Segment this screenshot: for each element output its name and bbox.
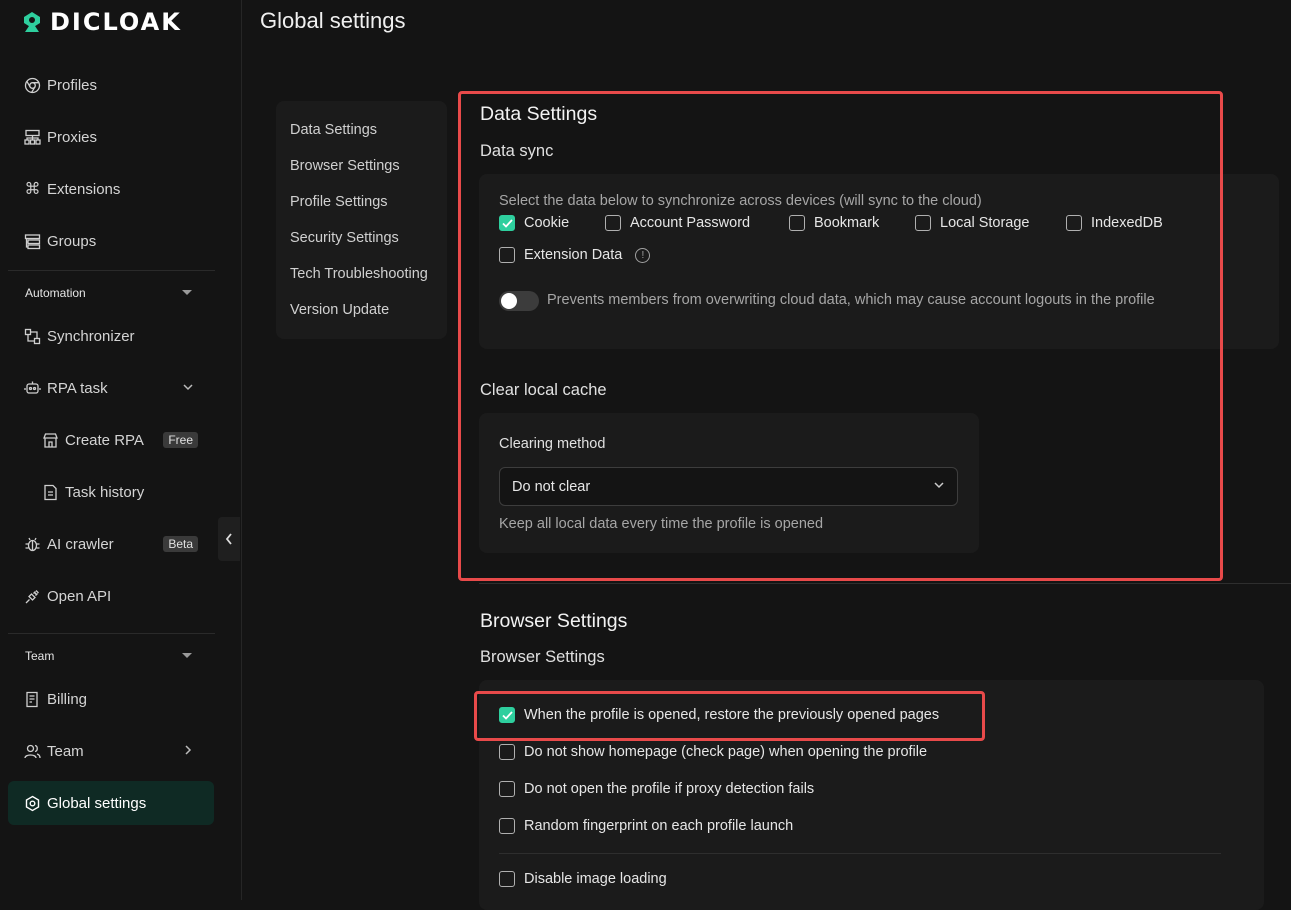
sidebar-item-ai-crawler[interactable]: AI crawler Beta xyxy=(8,522,214,566)
command-icon: ⌘ xyxy=(24,181,41,198)
sidebar-item-label: Open API xyxy=(47,587,112,605)
sidebar-item-label: Billing xyxy=(47,690,88,708)
sidebar-item-create-rpa[interactable]: Create RPA Free xyxy=(8,418,214,462)
section-label-automation: Automation xyxy=(25,286,86,300)
subnav-item-tech-troubleshooting[interactable]: Tech Troubleshooting xyxy=(290,266,428,282)
beta-badge: Beta xyxy=(163,536,198,552)
free-badge: Free xyxy=(163,432,198,448)
sidebar-item-label: Proxies xyxy=(47,128,98,146)
logo-text: DICLOAK xyxy=(50,8,182,36)
robot-icon xyxy=(24,380,41,397)
sidebar-item-label: Task history xyxy=(65,483,145,501)
option-proxy-detection[interactable]: Do not open the profile if proxy detecti… xyxy=(499,781,814,797)
sidebar-item-global-settings[interactable]: Global settings xyxy=(8,781,214,825)
sidebar-item-billing[interactable]: Billing xyxy=(8,677,214,721)
subnav-item-profile-settings[interactable]: Profile Settings xyxy=(290,194,388,210)
highlight-box xyxy=(458,91,1223,581)
subnav-item-browser-settings[interactable]: Browser Settings xyxy=(290,158,400,174)
sidebar-item-rpa-task[interactable]: RPA task xyxy=(8,366,214,410)
checkbox-icon[interactable] xyxy=(499,744,515,760)
section-divider xyxy=(479,583,1291,584)
sidebar-item-team[interactable]: Team xyxy=(8,729,214,773)
checkbox-icon[interactable] xyxy=(499,781,515,797)
chevron-right-icon xyxy=(182,743,194,760)
caret-down-icon[interactable] xyxy=(182,653,192,658)
option-divider xyxy=(499,853,1221,854)
highlight-box xyxy=(474,691,985,741)
sidebar-item-task-history[interactable]: Task history xyxy=(8,470,214,514)
checkbox-label: Random fingerprint on each profile launc… xyxy=(524,818,794,834)
chevron-down-icon xyxy=(182,380,194,397)
sidebar-item-groups[interactable]: Groups xyxy=(8,219,214,263)
checkbox-label: Do not show homepage (check page) when o… xyxy=(524,744,928,760)
chevron-left-icon xyxy=(225,533,232,545)
settings-subnav: Data Settings Browser Settings Profile S… xyxy=(276,101,447,339)
chrome-icon xyxy=(24,77,41,94)
sidebar-item-label: Groups xyxy=(47,232,97,250)
store-icon xyxy=(42,432,59,449)
settings-hex-icon xyxy=(24,795,41,812)
sidebar-item-label: Profiles xyxy=(47,76,98,94)
subnav-item-security-settings[interactable]: Security Settings xyxy=(290,230,399,246)
divider xyxy=(8,633,215,634)
option-random-fingerprint[interactable]: Random fingerprint on each profile launc… xyxy=(499,818,793,834)
sidebar-item-label: Team xyxy=(47,742,84,760)
logo[interactable]: DICLOAK xyxy=(20,8,182,36)
sidebar-item-label: Create RPA xyxy=(65,431,144,449)
sidebar-item-label: Extensions xyxy=(47,180,121,198)
sidebar-item-label: AI crawler xyxy=(47,535,114,553)
checkbox-label: Disable image loading xyxy=(524,871,667,887)
checkbox-icon[interactable] xyxy=(499,871,515,887)
page-title: Global settings xyxy=(260,8,406,33)
sidebar-item-proxies[interactable]: Proxies xyxy=(8,115,214,159)
sidebar-item-label: RPA task xyxy=(47,379,108,397)
subnav-item-version-update[interactable]: Version Update xyxy=(290,302,389,318)
users-icon xyxy=(24,743,41,760)
sidebar-item-open-api[interactable]: Open API xyxy=(8,574,214,618)
sidebar-item-synchronizer[interactable]: Synchronizer xyxy=(8,314,214,358)
browser-settings-subheading: Browser Settings xyxy=(480,648,605,666)
option-no-homepage[interactable]: Do not show homepage (check page) when o… xyxy=(499,744,927,760)
checkbox-icon[interactable] xyxy=(499,818,515,834)
network-icon xyxy=(24,129,41,146)
bug-icon xyxy=(24,536,41,553)
plug-icon xyxy=(24,588,41,605)
sidebar: DICLOAK Profiles Proxies ⌘ Extensions Gr… xyxy=(0,0,242,900)
subnav-item-data-settings[interactable]: Data Settings xyxy=(290,122,377,138)
sync-icon xyxy=(24,328,41,345)
receipt-icon xyxy=(24,691,41,708)
sidebar-item-label: Global settings xyxy=(47,794,147,812)
sidebar-item-label: Synchronizer xyxy=(47,327,135,345)
checkbox-label: Do not open the profile if proxy detecti… xyxy=(524,781,815,797)
option-disable-images[interactable]: Disable image loading xyxy=(499,871,667,887)
divider xyxy=(8,270,215,271)
section-label-team: Team xyxy=(25,649,55,663)
sidebar-item-profiles[interactable]: Profiles xyxy=(8,63,214,107)
sidebar-item-extensions[interactable]: ⌘ Extensions xyxy=(8,167,214,211)
collapse-sidebar-button[interactable] xyxy=(218,517,240,561)
caret-down-icon[interactable] xyxy=(182,290,192,295)
document-icon xyxy=(42,484,59,501)
groups-icon xyxy=(24,233,41,250)
browser-settings-heading: Browser Settings xyxy=(480,610,628,632)
dicloak-logo-icon xyxy=(24,12,40,32)
